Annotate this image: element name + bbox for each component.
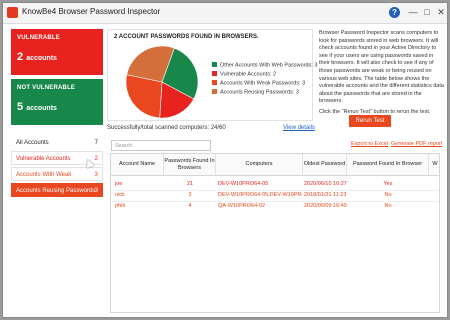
sidebar-item-all-accounts[interactable]: All Accounts 7	[11, 135, 103, 149]
legend-item-3: Accounts Reusing Passwords: 3	[212, 89, 317, 98]
not-vulnerable-caption: NOT VULNERABLE	[17, 85, 76, 91]
sidebar-item-label: Vulnerable Accounts	[16, 156, 71, 162]
help-button[interactable]: ?	[389, 7, 400, 18]
sidebar-item-weak-passwords[interactable]: Accounts With Weak Passwords 3	[11, 167, 103, 192]
legend-swatch	[212, 71, 217, 76]
pie-legend: Other Accounts With Web Passwords: 3 Vuln…	[212, 62, 317, 98]
rerun-test-button[interactable]: Rerun Test	[349, 115, 391, 127]
title-bar: KnowBe4 Browser Password Inspector ? — □…	[3, 3, 447, 24]
cell-found-in-browser: No	[384, 192, 392, 198]
column-header-found-in-browser[interactable]: Password Found In Browser	[347, 154, 429, 176]
minimize-button[interactable]: —	[408, 7, 418, 17]
account-filter-sidebar: All Accounts 7 Vulnerable Accounts 2 Acc…	[11, 135, 107, 211]
app-logo-icon	[7, 7, 18, 18]
legend-item-2: Accounts With Weak Passwords: 3	[212, 80, 317, 89]
cell-oldest-password: 2020/06/09 16:49	[304, 203, 347, 209]
legend-label: Accounts Reusing Passwords: 3	[220, 89, 299, 96]
table-row[interactable]: joe 21 DEV-W10PRO64-05 2020/06/10 10:27 …	[111, 180, 439, 189]
column-header-truncated[interactable]: W	[429, 154, 439, 176]
vulnerable-tile[interactable]: VULNERABLE 2 accounts	[11, 29, 103, 75]
window-title: KnowBe4 Browser Password Inspector	[22, 7, 161, 16]
column-header-account-name[interactable]: Account Name	[111, 154, 164, 176]
vulnerable-count-unit: accounts	[26, 55, 57, 62]
sidebar-item-label: All Accounts	[16, 140, 49, 146]
app-window: KnowBe4 Browser Password Inspector ? — □…	[2, 2, 448, 318]
cell-account-name: nick	[115, 192, 125, 198]
view-details-link[interactable]: View details	[283, 125, 315, 131]
legend-swatch	[212, 62, 217, 67]
pie-chart-title: 2 ACCOUNT PASSWORDS FOUND IN BROWSERS.	[114, 34, 259, 40]
sidebar-item-reusing-passwords[interactable]: Accounts Reusing Passwords 3	[11, 183, 103, 197]
table-row[interactable]: nick 3 DEV-W10PRO64-05,DEV-W10PRO64... 2…	[111, 191, 439, 200]
not-vulnerable-count-number: 5	[17, 101, 24, 113]
cell-passwords-found: 4	[188, 203, 192, 209]
scanned-computers-label: Successfully/total scanned computers: 24…	[107, 125, 226, 131]
legend-label: Accounts With Weak Passwords: 3	[220, 80, 306, 87]
close-button[interactable]: ✕	[436, 7, 446, 17]
cell-account-name: philt	[115, 203, 126, 209]
cell-oldest-password: 2020/06/10 10:27	[304, 181, 347, 187]
legend-label: Other Accounts With Web Passwords: 3	[220, 62, 318, 69]
search-input[interactable]: Search	[111, 140, 211, 151]
cell-passwords-found: 21	[186, 181, 194, 187]
sidebar-item-count: 7	[94, 140, 98, 146]
vulnerable-count-number: 2	[17, 51, 24, 63]
table-row[interactable]: philt 4 QA-W10PRO64-02 2020/06/09 16:49 …	[111, 202, 439, 211]
accounts-table: Account Name Passwords Found In Browsers…	[110, 153, 440, 313]
vulnerable-caption: VULNERABLE	[17, 35, 61, 41]
cell-passwords-found: 3	[188, 192, 192, 198]
cell-found-in-browser: No	[384, 203, 392, 209]
sidebar-item-label: Accounts Reusing Passwords	[16, 188, 96, 194]
not-vulnerable-count-unit: accounts	[26, 105, 57, 112]
sidebar-item-count: 3	[94, 172, 98, 178]
cell-found-in-browser: Yes	[383, 181, 393, 187]
cell-account-name: joe	[115, 181, 123, 187]
maximize-button[interactable]: □	[422, 7, 432, 17]
column-header-passwords-found[interactable]: Passwords Found In Browsers	[164, 154, 216, 176]
pie-chart	[125, 45, 199, 119]
cell-oldest-password: 2018/01/31 11:23	[304, 192, 347, 198]
cell-computers: DEV-W10PRO64-05,DEV-W10PRO64...	[218, 192, 302, 198]
legend-swatch	[212, 80, 217, 85]
column-header-computers[interactable]: Computers	[216, 154, 303, 176]
column-header-oldest-password[interactable]: Oldest Password	[303, 154, 347, 176]
export-to-excel-link[interactable]: Export to Excel	[351, 141, 388, 147]
sidebar-item-count: 2	[94, 156, 98, 162]
cell-computers: DEV-W10PRO64-05	[218, 181, 269, 187]
vulnerable-count: 2 accounts	[17, 51, 57, 63]
sidebar-item-count: 3	[94, 188, 98, 194]
legend-swatch	[212, 89, 217, 94]
legend-item-0: Other Accounts With Web Passwords: 3	[212, 62, 317, 71]
description-panel: Browser Password Inspector scans compute…	[319, 30, 445, 120]
cell-computers: QA-W10PRO64-02	[218, 203, 266, 209]
pie-chart-panel: 2 ACCOUNT PASSWORDS FOUND IN BROWSERS. O…	[107, 29, 317, 121]
legend-item-1: Vulnerable Accounts: 2	[212, 71, 317, 80]
not-vulnerable-tile[interactable]: NOT VULNERABLE 5 accounts	[11, 79, 103, 125]
generate-pdf-report-link[interactable]: Generate PDF report	[391, 141, 442, 147]
not-vulnerable-count: 5 accounts	[17, 101, 57, 113]
legend-label: Vulnerable Accounts: 2	[220, 71, 277, 78]
description-text: Browser Password Inspector scans compute…	[319, 30, 444, 105]
